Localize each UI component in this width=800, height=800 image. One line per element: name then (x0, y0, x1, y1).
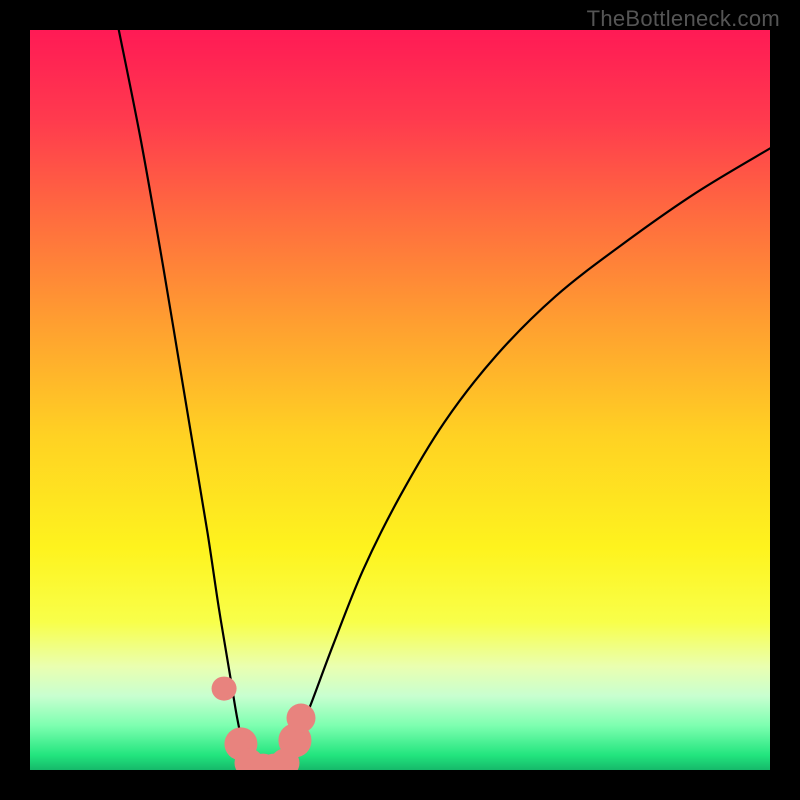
data-marker (211, 676, 236, 701)
chart-frame: TheBottleneck.com (0, 0, 800, 800)
plot-area (30, 30, 770, 770)
bottleneck-curve (119, 30, 770, 770)
data-marker (286, 704, 315, 733)
curve-layer (30, 30, 770, 770)
watermark-text: TheBottleneck.com (587, 6, 780, 32)
